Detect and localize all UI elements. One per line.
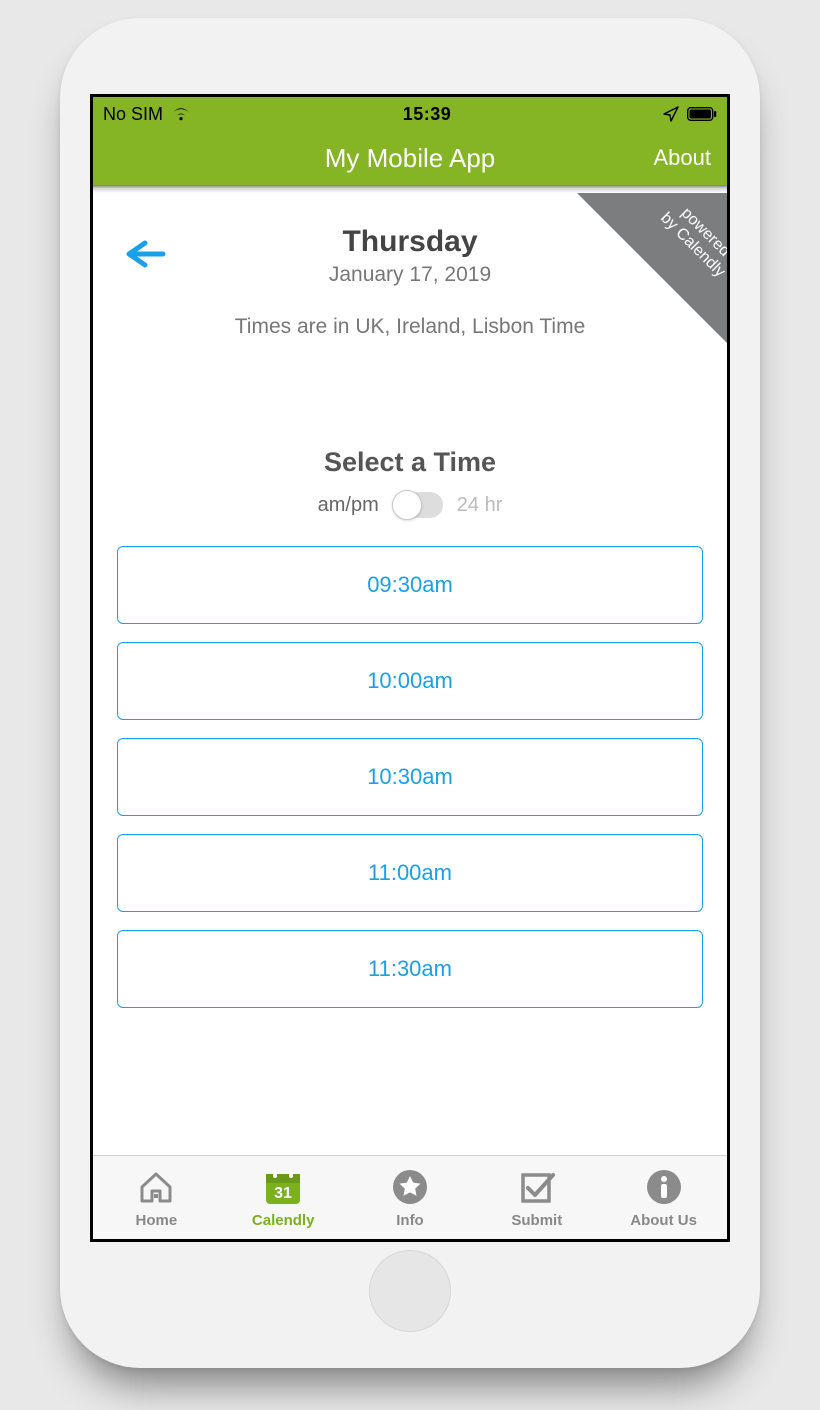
tab-home[interactable]: Home <box>93 1156 220 1239</box>
checkbox-icon <box>516 1166 558 1208</box>
tab-label: Info <box>396 1212 424 1229</box>
star-circle-icon <box>389 1166 431 1208</box>
home-icon <box>135 1166 177 1208</box>
time-slot[interactable]: 10:00am <box>117 642 703 720</box>
tab-submit[interactable]: Submit <box>473 1156 600 1239</box>
back-arrow-icon[interactable] <box>123 239 167 274</box>
time-slot-list: 09:30am 10:00am 10:30am 11:00am 11:30am <box>93 546 727 1008</box>
time-format-toggle[interactable] <box>393 492 443 518</box>
info-circle-icon <box>643 1166 685 1208</box>
tab-calendly[interactable]: 31 Calendly <box>220 1156 347 1239</box>
tab-info[interactable]: Info <box>347 1156 474 1239</box>
tab-bar: Home 31 Calendly Info <box>93 1155 727 1239</box>
wifi-icon <box>171 107 191 121</box>
status-time: 15:39 <box>403 104 452 125</box>
battery-icon <box>687 107 717 121</box>
phone-frame: No SIM 15:39 My Mobile App <box>60 18 760 1368</box>
24hr-label: 24 hr <box>457 494 503 517</box>
tab-label: Calendly <box>252 1212 315 1229</box>
tab-label: About Us <box>630 1212 697 1229</box>
tab-about-us[interactable]: About Us <box>600 1156 727 1239</box>
app-header: My Mobile App About <box>93 131 727 185</box>
time-slot[interactable]: 10:30am <box>117 738 703 816</box>
select-time-block: Select a Time am/pm 24 hr <box>93 447 727 518</box>
tab-label: Home <box>136 1212 178 1229</box>
header-shadow <box>93 185 727 193</box>
svg-text:31: 31 <box>274 1185 292 1202</box>
status-bar: No SIM 15:39 <box>93 97 727 131</box>
location-arrow-icon <box>663 106 679 122</box>
ampm-label: am/pm <box>318 494 379 517</box>
time-slot[interactable]: 11:30am <box>117 930 703 1008</box>
about-button[interactable]: About <box>654 145 712 171</box>
time-slot[interactable]: 09:30am <box>117 546 703 624</box>
carrier-text: No SIM <box>103 104 163 125</box>
tab-label: Submit <box>511 1212 562 1229</box>
content-area: powered by Calendly Thursday January 17,… <box>93 193 727 1155</box>
time-format-toggle-row: am/pm 24 hr <box>93 492 727 518</box>
home-button[interactable] <box>369 1250 451 1332</box>
select-time-title: Select a Time <box>93 447 727 478</box>
time-slot[interactable]: 11:00am <box>117 834 703 912</box>
app-title: My Mobile App <box>325 143 496 174</box>
screen: No SIM 15:39 My Mobile App <box>90 94 730 1242</box>
calendar-icon: 31 <box>262 1166 304 1208</box>
